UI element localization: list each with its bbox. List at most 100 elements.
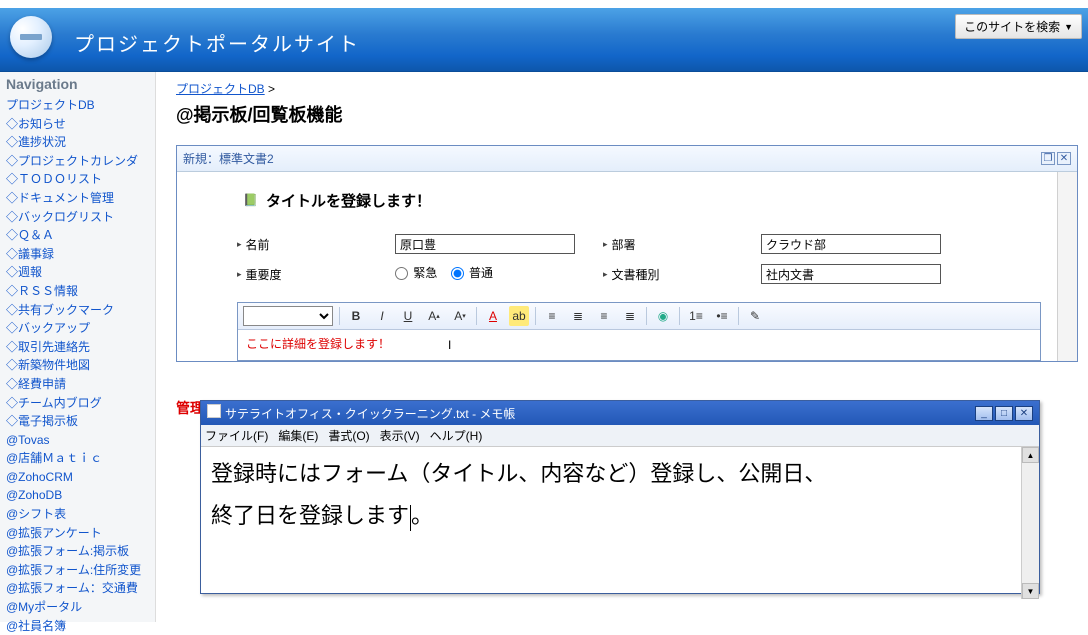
notepad-line2: 終了日を登録します xyxy=(211,503,409,528)
input-doctype[interactable] xyxy=(761,264,941,284)
sidebar-item-11[interactable]: ◇共有ブックマーク xyxy=(6,301,149,320)
insert-link-button[interactable]: ◉ xyxy=(653,306,673,326)
font-select[interactable] xyxy=(243,306,333,326)
sidebar-item-10[interactable]: ◇ＲＳＳ情報 xyxy=(6,282,149,301)
radio-normal[interactable]: 普通 xyxy=(451,266,493,280)
input-department[interactable] xyxy=(761,234,941,254)
sidebar-item-4[interactable]: ◇ＴＯＤＯリスト xyxy=(6,170,149,189)
align-justify-button[interactable]: ≣ xyxy=(620,306,640,326)
sidebar-item-8[interactable]: ◇議事録 xyxy=(6,245,149,264)
edit-misc-button[interactable]: ✎ xyxy=(745,306,765,326)
sidebar-item-20[interactable]: @ZohoCRM xyxy=(6,468,149,487)
menu-view[interactable]: 表示(V) xyxy=(380,427,420,444)
label-name: 名前 xyxy=(237,234,377,254)
form-title-ribbon: 📗 タイトルを登録します！ xyxy=(237,184,677,216)
highlight-button[interactable]: ab xyxy=(509,306,529,326)
notepad-text-area[interactable]: 登録時にはフォーム（タイトル、内容など）登録し、公開日、 終了日を登録します。 xyxy=(201,447,1021,599)
notepad-icon xyxy=(207,404,221,418)
sidebar-item-14[interactable]: ◇新築物件地図 xyxy=(6,356,149,375)
sidebar-navigation: Navigation プロジェクトDB◇お知らせ◇進捗状況◇プロジェクトカレンダ… xyxy=(0,72,156,622)
scroll-down-icon[interactable]: ▼ xyxy=(1022,583,1039,599)
superscript-button[interactable]: A▴ xyxy=(424,306,444,326)
sidebar-item-6[interactable]: ◇バックログリスト xyxy=(6,208,149,227)
menu-format[interactable]: 書式(O) xyxy=(328,427,369,444)
sidebar-item-1[interactable]: ◇お知らせ xyxy=(6,115,149,134)
sidebar-item-17[interactable]: ◇電子掲示板 xyxy=(6,412,149,431)
rte-toolbar: B I U A▴ A▾ A ab ≡ ≣ ≡ ≣ xyxy=(238,303,1040,330)
sidebar-item-27[interactable]: @Myポータル xyxy=(6,598,149,617)
notepad-title-text: サテライトオフィス・クイックラーニング.txt - メモ帳 xyxy=(225,407,515,421)
ribbon-title: タイトルを登録します！ xyxy=(266,190,431,211)
breadcrumb-link[interactable]: プロジェクトDB xyxy=(176,82,265,96)
bold-button[interactable]: B xyxy=(346,306,366,326)
label-priority: 重要度 xyxy=(237,264,377,284)
rte-placeholder-text: ここに詳細を登録します！ xyxy=(246,337,390,351)
site-logo xyxy=(10,16,52,58)
subscript-button[interactable]: A▾ xyxy=(450,306,470,326)
priority-radios: 緊急 普通 xyxy=(395,264,585,284)
notepad-window: サテライトオフィス・クイックラーニング.txt - メモ帳 _ □ ✕ ファイル… xyxy=(200,400,1040,594)
radio-urgent[interactable]: 緊急 xyxy=(395,266,437,280)
site-search-label: このサイトを検索 xyxy=(964,18,1060,35)
panel-close-icon[interactable]: ✕ xyxy=(1057,152,1071,165)
italic-button[interactable]: I xyxy=(372,306,392,326)
dropdown-caret-icon: ▼ xyxy=(1064,22,1073,32)
underline-button[interactable]: U xyxy=(398,306,418,326)
sidebar-item-18[interactable]: @Tovas xyxy=(6,431,149,450)
scroll-up-icon[interactable]: ▲ xyxy=(1022,447,1039,463)
site-title: プロジェクトポータルサイト xyxy=(74,28,360,57)
align-right-button[interactable]: ≡ xyxy=(594,306,614,326)
sidebar-item-5[interactable]: ◇ドキュメント管理 xyxy=(6,189,149,208)
panel-title: 新規：標準文書2 xyxy=(183,150,274,167)
sidebar-item-0[interactable]: プロジェクトDB xyxy=(6,96,149,115)
text-cursor-icon: I xyxy=(448,338,451,352)
sidebar-item-19[interactable]: @店舗Ｍａｔｉｃ xyxy=(6,449,149,468)
align-center-button[interactable]: ≣ xyxy=(568,306,588,326)
sidebar-item-13[interactable]: ◇取引先連絡先 xyxy=(6,338,149,357)
label-department: 部署 xyxy=(603,234,743,254)
notepad-line1: 登録時にはフォーム（タイトル、内容など）登録し、公開日、 xyxy=(211,461,826,486)
menu-help[interactable]: ヘルプ(H) xyxy=(430,427,483,444)
site-search-button[interactable]: このサイトを検索 ▼ xyxy=(955,14,1082,39)
panel-scrollbar[interactable] xyxy=(1057,172,1077,361)
sidebar-item-2[interactable]: ◇進捗状況 xyxy=(6,133,149,152)
ribbon-book-icon: 📗 xyxy=(243,193,258,207)
nav-heading: Navigation xyxy=(6,76,149,92)
notepad-scrollbar[interactable]: ▲ ▼ xyxy=(1021,447,1039,599)
sidebar-item-21[interactable]: @ZohoDB xyxy=(6,486,149,505)
sidebar-item-15[interactable]: ◇経費申請 xyxy=(6,375,149,394)
breadcrumb: プロジェクトDB > xyxy=(176,80,1078,97)
sidebar-item-23[interactable]: @拡張アンケート xyxy=(6,524,149,543)
menu-edit[interactable]: 編集(E) xyxy=(278,427,318,444)
sidebar-item-16[interactable]: ◇チーム内ブログ xyxy=(6,394,149,413)
sidebar-item-12[interactable]: ◇バックアップ xyxy=(6,319,149,338)
breadcrumb-separator: > xyxy=(268,82,275,96)
page-title: @掲示板/回覧板機能 xyxy=(176,101,1078,127)
sidebar-item-25[interactable]: @拡張フォーム:住所変更 xyxy=(6,561,149,580)
font-color-button[interactable]: A xyxy=(483,306,503,326)
sidebar-item-24[interactable]: @拡張フォーム:掲示板 xyxy=(6,542,149,561)
panel-popout-icon[interactable]: ❐ xyxy=(1041,152,1055,165)
align-left-button[interactable]: ≡ xyxy=(542,306,562,326)
sidebar-item-22[interactable]: @シフト表 xyxy=(6,505,149,524)
menu-file[interactable]: ファイル(F) xyxy=(205,427,268,444)
input-name[interactable] xyxy=(395,234,575,254)
sidebar-item-26[interactable]: @拡張フォーム：交通費 xyxy=(6,579,149,598)
unordered-list-button[interactable]: •≡ xyxy=(712,306,732,326)
minimize-icon[interactable]: _ xyxy=(975,406,993,421)
form-grid: 名前 部署 重要度 緊急 普通 文書種別 xyxy=(237,234,1041,284)
close-icon[interactable]: ✕ xyxy=(1015,406,1033,421)
notepad-menubar: ファイル(F) 編集(E) 書式(O) 表示(V) ヘルプ(H) xyxy=(201,425,1039,447)
sidebar-item-9[interactable]: ◇週報 xyxy=(6,263,149,282)
rich-text-editor: B I U A▴ A▾ A ab ≡ ≣ ≡ ≣ xyxy=(237,302,1041,361)
notepad-caret xyxy=(410,505,411,531)
ordered-list-button[interactable]: 1≡ xyxy=(686,306,706,326)
sidebar-item-7[interactable]: ◇Ｑ＆Ａ xyxy=(6,226,149,245)
form-panel: 新規：標準文書2 ❐ ✕ 📗 タイトルを登録します！ xyxy=(176,145,1078,362)
sidebar-item-3[interactable]: ◇プロジェクトカレンダ xyxy=(6,152,149,171)
notepad-titlebar[interactable]: サテライトオフィス・クイックラーニング.txt - メモ帳 _ □ ✕ xyxy=(201,401,1039,425)
sidebar-item-28[interactable]: @社員名簿 xyxy=(6,617,149,635)
rte-body[interactable]: ここに詳細を登録します！ I xyxy=(238,330,1040,360)
site-header: プロジェクトポータルサイト このサイトを検索 ▼ xyxy=(0,0,1088,72)
maximize-icon[interactable]: □ xyxy=(995,406,1013,421)
